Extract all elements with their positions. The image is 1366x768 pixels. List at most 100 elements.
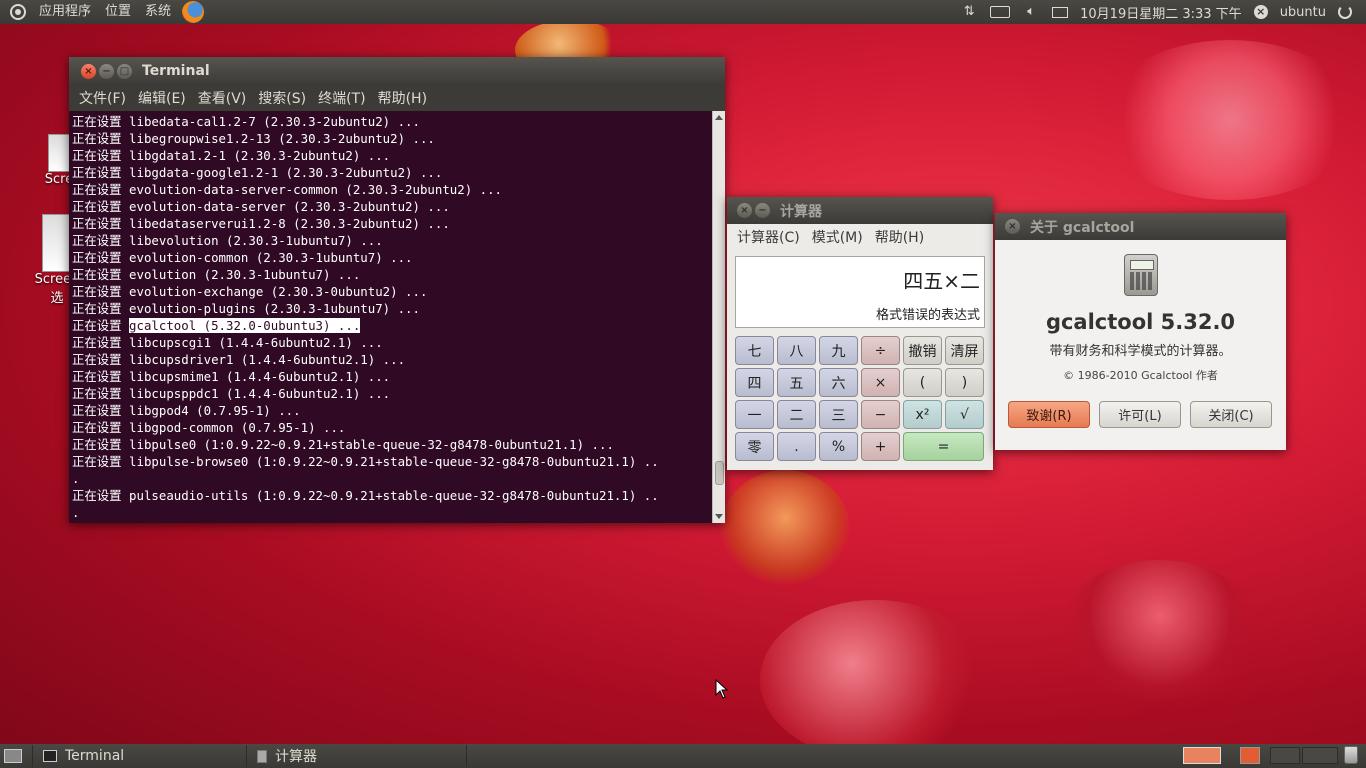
ubuntu-logo-icon[interactable]	[10, 4, 26, 20]
screenshot-thumbnail-icon	[42, 214, 72, 272]
terminal-window[interactable]: × − □ Terminal 文件(F) 编辑(E) 查看(V) 搜索(S) 终…	[69, 57, 725, 523]
calc-key[interactable]: x²	[903, 400, 942, 429]
about-dialog[interactable]: × 关于 gcalctool gcalctool 5.32.0 带有财务和科学模…	[995, 213, 1286, 450]
calc-key[interactable]: 四	[735, 368, 774, 397]
calc-key[interactable]: √	[945, 400, 984, 429]
calc-key[interactable]: %	[819, 432, 858, 461]
window-title: 计算器	[780, 203, 822, 220]
terminal-line-text: gcalctool (5.32.0-0ubuntu3) ...	[129, 318, 361, 333]
calc-key[interactable]: 九	[819, 336, 858, 365]
calc-key[interactable]: +	[861, 432, 900, 461]
credits-button[interactable]: 致谢(R)	[1008, 401, 1090, 428]
calc-key[interactable]: 六	[819, 368, 858, 397]
terminal-line-prefix: 正在设置	[72, 250, 130, 265]
username[interactable]: ubuntu	[1280, 5, 1326, 20]
about-titlebar[interactable]: × 关于 gcalctool	[995, 213, 1286, 240]
scrollbar-thumb[interactable]	[715, 461, 724, 485]
scroll-up-icon[interactable]	[715, 115, 723, 120]
terminal-line: 正在设置 libedataserverui1.2-8 (2.30.3-2ubun…	[72, 215, 712, 232]
mail-icon[interactable]	[1052, 6, 1069, 18]
workspace-switcher-3[interactable]	[1270, 747, 1300, 764]
calc-key[interactable]: 清屏	[945, 336, 984, 365]
calc-key[interactable]: 七	[735, 336, 774, 365]
menu-system[interactable]: 系统	[138, 0, 178, 24]
menu-view[interactable]: 查看(V)	[192, 88, 253, 108]
terminal-line-text: libegroupwise1.2-13 (2.30.3-2ubuntu2) ..…	[129, 131, 435, 146]
maximize-icon[interactable]: □	[117, 63, 132, 79]
trash-icon[interactable]	[1344, 746, 1358, 764]
about-app-name: gcalctool 5.32.0	[1045, 310, 1236, 334]
menu-calculator[interactable]: 计算器(C)	[731, 227, 806, 247]
minimize-icon[interactable]: −	[99, 63, 114, 79]
terminal-line: 正在设置 libgpod-common (0.7.95-1) ...	[72, 419, 712, 436]
terminal-line-prefix: 正在设置	[72, 369, 130, 384]
taskbar-terminal[interactable]: Terminal	[32, 745, 247, 767]
menu-edit[interactable]: 编辑(E)	[132, 88, 192, 108]
workspace-switcher-2[interactable]	[1240, 747, 1260, 764]
calc-key[interactable]: ×	[861, 368, 900, 397]
keyboard-icon[interactable]	[990, 6, 1011, 18]
terminal-line-text: libpulse0 (1:0.9.22~0.9.21+stable-queue-…	[129, 437, 614, 452]
terminal-line-prefix: 正在设置	[72, 131, 130, 146]
clock[interactable]: 10月19日星期二 3:33 下午	[1080, 3, 1242, 22]
scroll-down-icon[interactable]	[715, 514, 723, 519]
calc-key[interactable]: 撤销	[903, 336, 942, 365]
calc-key[interactable]: 一	[735, 400, 774, 429]
show-desktop-icon[interactable]	[4, 749, 22, 763]
calc-key[interactable]: −	[861, 400, 900, 429]
workspace-switcher-1[interactable]	[1183, 747, 1221, 764]
network-icon[interactable]: ⇅	[960, 5, 978, 19]
close-button[interactable]: 关闭(C)	[1190, 401, 1272, 428]
terminal-line-text: libpulse-browse0 (1:0.9.22~0.9.21+stable…	[129, 454, 659, 469]
terminal-scrollbar[interactable]	[712, 111, 725, 523]
menu-mode[interactable]: 模式(M)	[806, 227, 869, 247]
calc-key[interactable]: .	[777, 432, 816, 461]
terminal-titlebar[interactable]: × − □ Terminal	[69, 57, 725, 85]
terminal-line: 正在设置 libegroupwise1.2-13 (2.30.3-2ubuntu…	[72, 130, 712, 147]
close-icon[interactable]: ×	[81, 63, 96, 79]
menu-help[interactable]: 帮助(H)	[372, 88, 433, 108]
menu-places[interactable]: 位置	[98, 0, 138, 24]
volume-icon[interactable]: 🔈︎	[1022, 5, 1040, 19]
user-icon[interactable]: ×	[1253, 5, 1268, 19]
menu-help[interactable]: 帮助(H)	[869, 227, 930, 247]
terminal-line-prefix: 正在设置	[72, 199, 130, 214]
calc-key[interactable]: 八	[777, 336, 816, 365]
terminal-line-text: libgdata1.2-1 (2.30.3-2ubuntu2) ...	[129, 148, 391, 163]
calc-key[interactable]: 零	[735, 432, 774, 461]
close-icon[interactable]: ×	[1005, 219, 1020, 234]
terminal-line: 正在设置 libcupsppdc1 (1.4.4-6ubuntu2.1) ...	[72, 385, 712, 402]
power-icon[interactable]	[1338, 5, 1352, 19]
firefox-launcher-icon[interactable]	[182, 1, 205, 23]
calc-key[interactable]: 三	[819, 400, 858, 429]
terminal-line-text: pulseaudio-utils (1:0.9.22~0.9.21+stable…	[129, 488, 659, 503]
calc-key[interactable]: ÷	[861, 336, 900, 365]
terminal-line-text: evolution-data-server-common (2.30.3-2ub…	[129, 182, 503, 197]
terminal-line-text: libgdata-google1.2-1 (2.30.3-2ubuntu2) .…	[129, 165, 443, 180]
minimize-icon[interactable]: −	[755, 203, 770, 218]
calc-key[interactable]: =	[903, 432, 984, 461]
calculator-display[interactable]: 四五×二 格式错误的表达式	[735, 256, 985, 328]
license-button[interactable]: 许可(L)	[1099, 401, 1181, 428]
calculator-window[interactable]: × − 计算器 计算器(C) 模式(M) 帮助(H) 四五×二 格式错误的表达式…	[727, 197, 993, 470]
close-icon[interactable]: ×	[737, 203, 752, 218]
workspace-switcher-4[interactable]	[1302, 747, 1338, 764]
wallpaper-droplet	[720, 470, 850, 590]
calculator-status: 格式错误的表达式	[875, 308, 980, 323]
calc-key[interactable]: 二	[777, 400, 816, 429]
terminal-line: 正在设置 libedata-cal1.2-7 (2.30.3-2ubuntu2)…	[72, 113, 712, 130]
taskbar-calculator[interactable]: 计算器	[247, 745, 467, 767]
menu-search[interactable]: 搜索(S)	[252, 88, 312, 108]
menu-applications[interactable]: 应用程序	[32, 0, 98, 24]
calc-key[interactable]: (	[903, 368, 942, 397]
calculator-titlebar[interactable]: × − 计算器	[727, 197, 993, 224]
dialog-title: 关于 gcalctool	[1030, 219, 1135, 236]
menu-file[interactable]: 文件(F)	[73, 88, 132, 108]
calc-key[interactable]: )	[945, 368, 984, 397]
window-title: Terminal	[142, 63, 210, 79]
terminal-line: 正在设置 libcupsmime1 (1.4.4-6ubuntu2.1) ...	[72, 368, 712, 385]
menu-terminal[interactable]: 终端(T)	[312, 88, 371, 108]
terminal-line-text: evolution-exchange (2.30.3-0ubuntu2) ...	[129, 284, 428, 299]
calc-key[interactable]: 五	[777, 368, 816, 397]
terminal-output[interactable]: 正在设置 libedata-cal1.2-7 (2.30.3-2ubuntu2)…	[69, 111, 712, 523]
